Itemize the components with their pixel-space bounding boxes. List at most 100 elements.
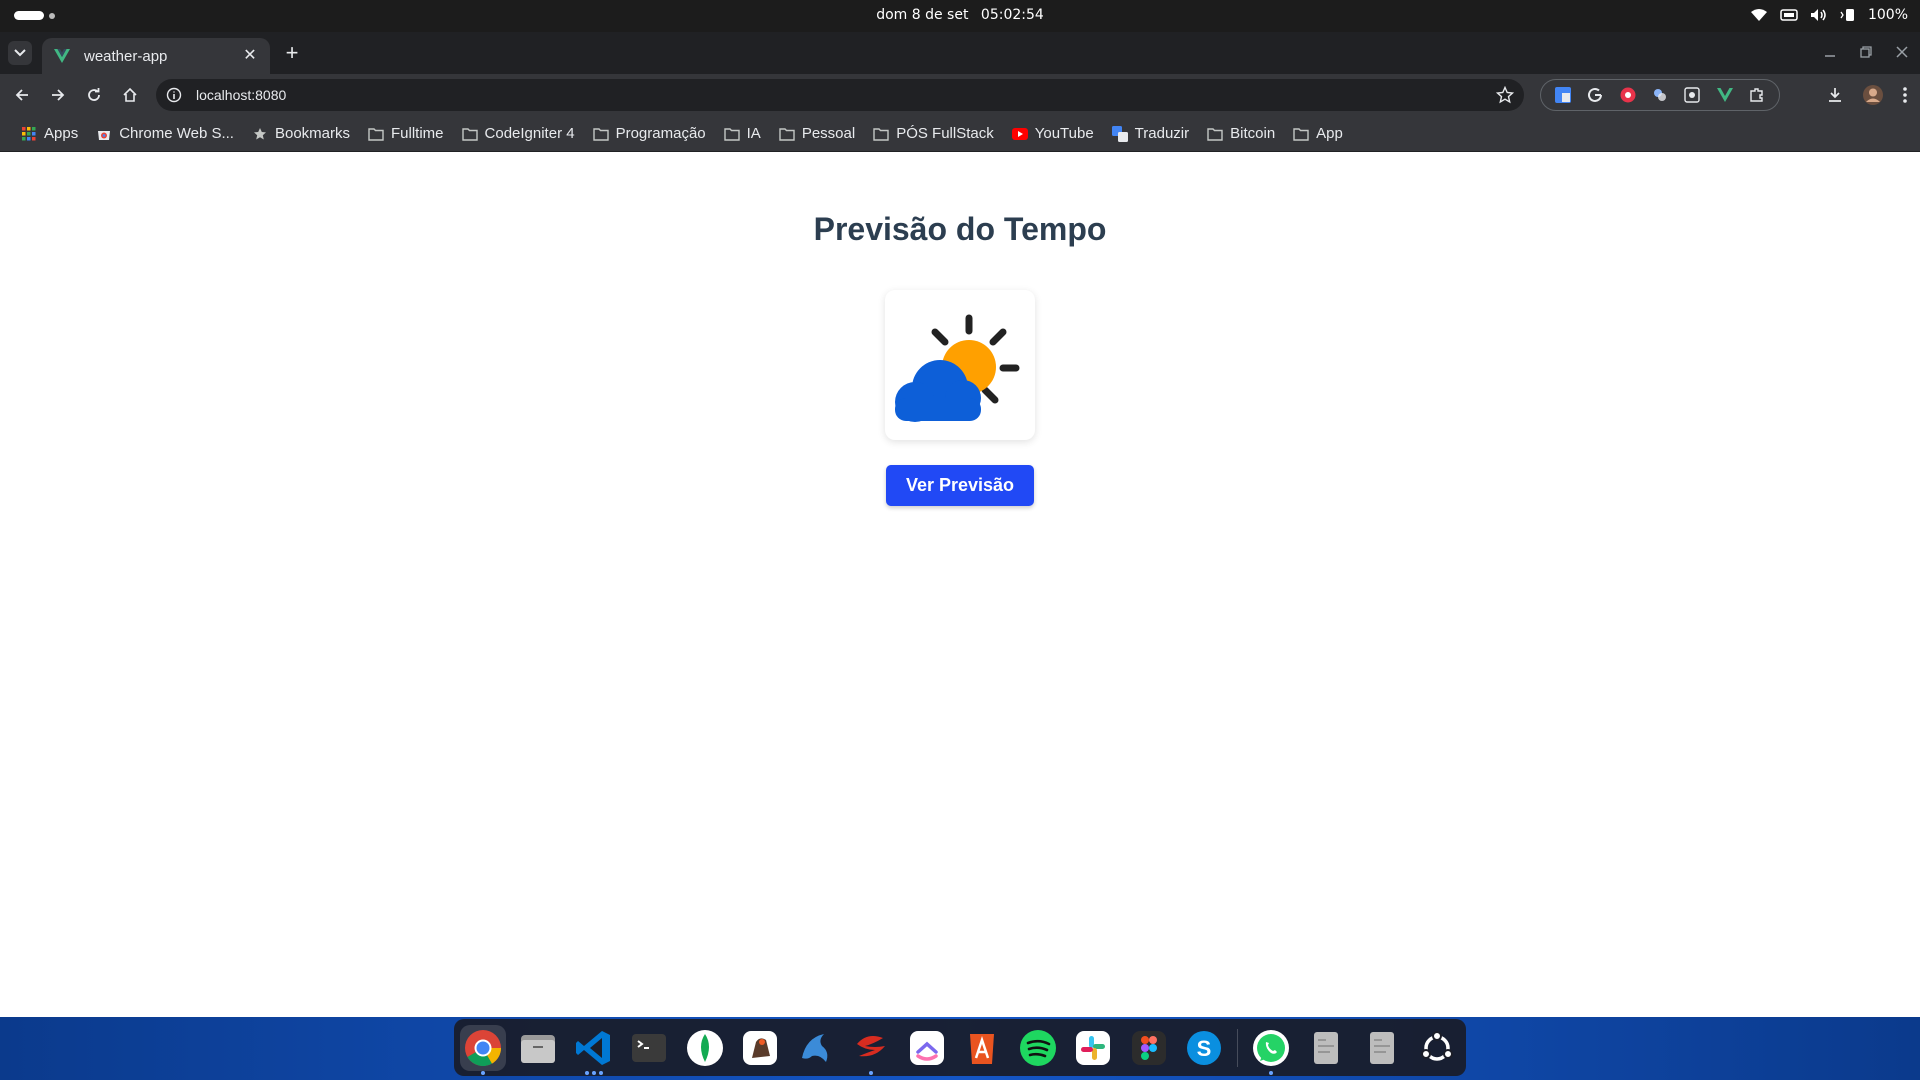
profile-avatar[interactable] xyxy=(1862,84,1884,111)
bookmark-item[interactable]: CodeIgniter 4 xyxy=(453,120,584,148)
forward-button[interactable] xyxy=(46,83,70,107)
bookmark-star-icon[interactable] xyxy=(1495,85,1515,104)
minimize-icon[interactable] xyxy=(1824,46,1836,58)
google-translate-extension-icon[interactable] xyxy=(1554,86,1572,104)
bookmark-label: YouTube xyxy=(1034,125,1094,142)
weather-card xyxy=(885,290,1035,440)
bookmark-label: Pessoal xyxy=(801,125,856,142)
ubuntu-icon xyxy=(1421,1030,1454,1061)
dock-clickup[interactable] xyxy=(904,1025,950,1071)
bookmark-label: Chrome Web S... xyxy=(119,125,234,142)
tab-title: weather-app xyxy=(84,47,168,65)
dock-terminal[interactable] xyxy=(627,1025,673,1071)
dock-document-1[interactable] xyxy=(1303,1025,1349,1071)
reload-button[interactable] xyxy=(82,83,106,107)
bookmarks-bar: Apps Chrome Web S... Bookmarks Fulltime Code… xyxy=(0,116,1920,152)
screenshot-extension-icon[interactable] xyxy=(1683,86,1701,104)
home-button[interactable] xyxy=(118,83,142,107)
clock-date: dom 8 de set xyxy=(876,7,969,23)
dock: S xyxy=(454,1019,1466,1076)
bookmark-item[interactable]: PÓS FullStack xyxy=(864,120,1003,148)
bookmark-label: Apps xyxy=(44,125,79,142)
puzzle-extensions-icon[interactable] xyxy=(1748,86,1766,104)
address-bar[interactable]: localhost:8080 xyxy=(156,79,1524,111)
more-menu-icon[interactable] xyxy=(1902,86,1908,109)
dock-postman[interactable] xyxy=(738,1025,784,1071)
dock-skype[interactable]: S xyxy=(1182,1025,1228,1071)
bookmark-item[interactable]: Traduzir xyxy=(1103,120,1198,148)
bookmark-item[interactable]: YouTube xyxy=(1003,120,1103,148)
dock-whatsapp[interactable] xyxy=(1248,1025,1294,1075)
dock-mongodb-compass[interactable] xyxy=(682,1025,728,1071)
dock-spotify[interactable] xyxy=(1015,1025,1061,1071)
vpn-icon xyxy=(1780,8,1798,22)
chevron-down-icon xyxy=(14,49,26,57)
terminal-icon xyxy=(632,1033,667,1062)
clock[interactable]: dom 8 de set 05:02:54 xyxy=(0,7,1920,23)
chrome-web-store-icon xyxy=(96,126,112,142)
figma-icon xyxy=(1131,1030,1166,1065)
clock-time: 05:02:54 xyxy=(980,7,1044,23)
site-info-icon[interactable] xyxy=(166,87,182,103)
bookmark-item[interactable]: Bookmarks xyxy=(243,120,359,148)
dock-app-center[interactable] xyxy=(960,1025,1006,1071)
color-picker-extension-icon[interactable] xyxy=(1651,86,1669,104)
back-button[interactable] xyxy=(10,83,34,107)
youtube-icon xyxy=(1011,126,1028,142)
bookmark-item[interactable]: Fulltime xyxy=(359,120,453,148)
dock-chrome[interactable] xyxy=(460,1024,506,1075)
tab-search-button[interactable] xyxy=(8,41,32,65)
bookmark-label: PÓS FullStack xyxy=(896,125,994,142)
bookmark-item[interactable]: Bitcoin xyxy=(1198,120,1284,148)
browser-tab-strip: weather-app ✕ + xyxy=(0,32,1920,74)
dock-redis[interactable] xyxy=(849,1025,895,1075)
arrow-left-icon xyxy=(15,89,28,101)
vue-devtools-extension-icon[interactable] xyxy=(1716,86,1734,104)
dock-document-2[interactable] xyxy=(1359,1025,1405,1071)
battery-icon xyxy=(1840,8,1856,22)
bookmark-item[interactable]: Pessoal xyxy=(770,120,864,148)
redis-icon xyxy=(857,1035,886,1056)
restore-icon[interactable] xyxy=(1860,46,1872,58)
mongodb-icon xyxy=(686,1029,723,1066)
spotify-icon xyxy=(1019,1029,1056,1066)
bookmark-label: App xyxy=(1316,125,1343,142)
browser-toolbar: localhost:8080 xyxy=(0,74,1920,116)
wifi-icon xyxy=(1750,8,1768,22)
dock-separator xyxy=(1237,1028,1238,1067)
folder-icon xyxy=(461,126,478,142)
dock-files[interactable] xyxy=(516,1025,562,1071)
extensions-group xyxy=(1540,79,1780,111)
red-extension-icon[interactable] xyxy=(1619,86,1637,104)
browser-tab-active[interactable]: weather-app ✕ xyxy=(42,38,270,74)
folder-icon xyxy=(1207,126,1223,142)
bookmark-item[interactable]: IA xyxy=(715,120,770,148)
dock-show-apps[interactable] xyxy=(1414,1025,1460,1071)
dock-slack[interactable] xyxy=(1071,1025,1117,1071)
download-icon[interactable] xyxy=(1826,86,1844,109)
bookmark-item[interactable]: Chrome Web S... xyxy=(87,120,243,148)
dock-figma[interactable] xyxy=(1126,1025,1172,1071)
system-tray[interactable]: 100% xyxy=(1750,7,1908,23)
folder-icon xyxy=(873,126,889,142)
document-icon xyxy=(1369,1031,1394,1064)
dock-vscode[interactable] xyxy=(571,1025,617,1075)
bookmark-item[interactable]: Programação xyxy=(584,120,715,148)
right-toolbar xyxy=(1826,84,1908,111)
page-title: Previsão do Tempo xyxy=(813,211,1107,247)
url-text: localhost:8080 xyxy=(196,87,287,103)
bookmark-item[interactable]: App xyxy=(1284,120,1352,148)
star-icon xyxy=(252,126,268,142)
google-extension-icon[interactable] xyxy=(1586,86,1604,104)
whatsapp-icon xyxy=(1252,1029,1289,1066)
home-icon xyxy=(123,87,137,102)
bookmark-item[interactable]: Apps xyxy=(12,120,87,148)
view-forecast-button[interactable]: Ver Previsão xyxy=(886,465,1034,506)
new-tab-button[interactable]: + xyxy=(282,42,302,64)
bookmark-label: Bookmarks xyxy=(274,125,350,142)
close-icon[interactable]: ✕ xyxy=(242,48,258,64)
close-window-icon[interactable] xyxy=(1896,46,1908,58)
apps-grid-icon xyxy=(21,126,37,142)
system-top-bar: dom 8 de set 05:02:54 100% xyxy=(0,0,1920,32)
dock-mysql-workbench[interactable] xyxy=(793,1025,839,1071)
